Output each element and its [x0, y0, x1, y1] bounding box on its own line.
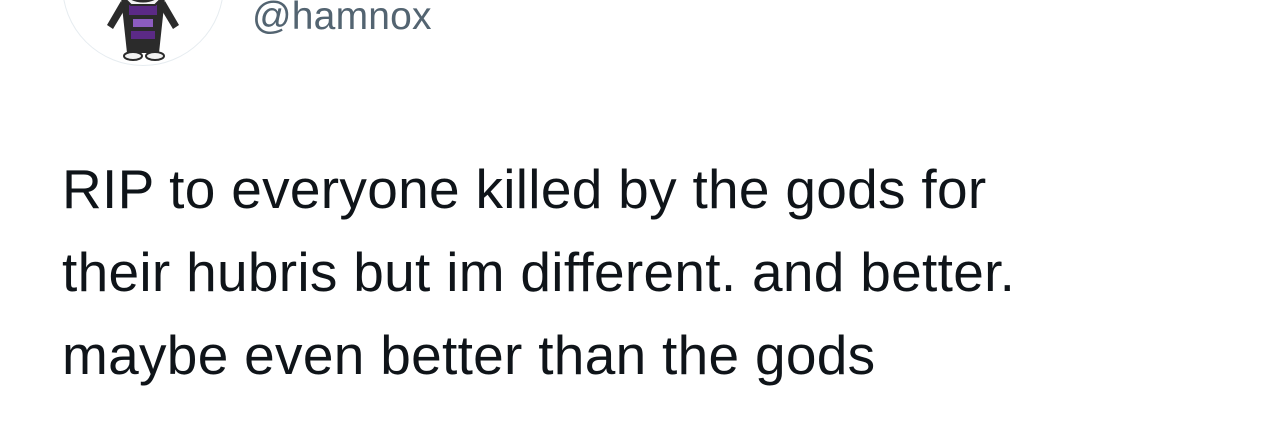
- tweet-text-line: their hubris but im different. and bette…: [62, 241, 1016, 303]
- avatar[interactable]: [62, 0, 224, 66]
- tweet-text-line: maybe even better than the gods: [62, 324, 876, 386]
- tweet-card: @hamnox RIP to everyone killed by the go…: [0, 0, 1283, 427]
- tweet-text-line: RIP to everyone killed by the gods for: [62, 158, 987, 220]
- tweet-text: RIP to everyone killed by the gods for t…: [62, 148, 1252, 397]
- author-handle[interactable]: @hamnox: [252, 0, 432, 43]
- character-avatar-icon: [107, 0, 179, 61]
